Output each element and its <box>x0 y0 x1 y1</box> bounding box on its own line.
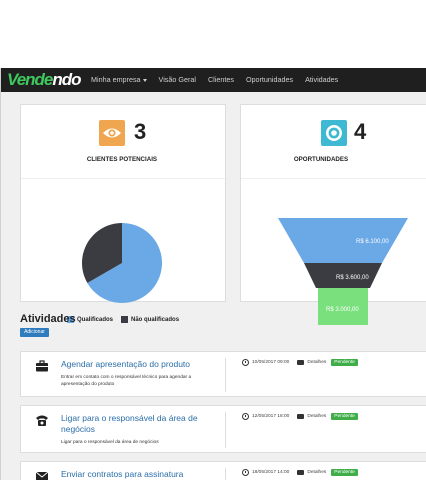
activity-item: Enviar contratos para assinatura 18/05/2… <box>20 461 426 480</box>
clock-icon <box>242 413 249 420</box>
clock-icon <box>242 469 249 476</box>
nav-item-atividades[interactable]: Atividades <box>299 68 344 92</box>
leads-label: CLIENTES POTENCIAIS <box>86 156 158 163</box>
details-link[interactable]: Detalhes <box>307 414 326 419</box>
comment-icon[interactable] <box>297 470 305 475</box>
activity-item: Agendar apresentação do produto Entrar e… <box>20 351 426 397</box>
nav-menu: Minha empresa Visão Geral Clientes Oport… <box>85 68 344 92</box>
clock-icon <box>242 359 249 366</box>
brand-text: Vende <box>7 70 53 89</box>
navbar: Vendendo Minha empresa Visão Geral Clien… <box>1 68 426 92</box>
funnel-label-1: R$ 6.100,00 <box>356 239 389 245</box>
opportunities-card: 4 OPORTUNIDADES R$ 6.100,00 R$ 3.600,00 … <box>240 104 426 325</box>
activity-title[interactable]: Ligar para o responsável da área de negó… <box>61 413 211 435</box>
pie-legend: Qualificados Não qualificados <box>67 316 187 323</box>
activity-item: Ligar para o responsável da área de negó… <box>20 405 426 453</box>
details-link[interactable]: Detalhes <box>307 470 326 475</box>
nav-item-clientes[interactable]: Clientes <box>202 68 240 92</box>
activity-title[interactable]: Agendar apresentação do produto <box>61 359 211 370</box>
funnel-label-3: R$ 3.000,00 <box>326 307 359 313</box>
brand-logo[interactable]: Vendendo <box>7 70 82 90</box>
opportunities-funnel-chart: R$ 6.100,00 R$ 3.600,00 R$ 3.000,00 <box>278 218 408 325</box>
briefcase-icon <box>35 359 49 373</box>
details-link[interactable]: Detalhes <box>307 360 326 365</box>
divider <box>225 468 226 480</box>
activity-meta: 10/05/2017 09:00 Detalhes Pendente <box>242 359 358 366</box>
leads-pie-chart <box>82 223 162 303</box>
comment-icon[interactable] <box>297 414 305 419</box>
activity-datetime: 18/05/2017 14:00 <box>252 470 290 475</box>
envelope-icon <box>35 469 49 480</box>
eye-icon <box>99 120 125 146</box>
nav-label: Minha empresa <box>91 75 141 84</box>
activity-title[interactable]: Enviar contratos para assinatura <box>61 469 211 480</box>
legend-item-nao-qualificados: Não qualificados <box>121 316 179 323</box>
comment-icon[interactable] <box>297 360 305 365</box>
nav-item-oportunidades[interactable]: Oportunidades <box>240 68 299 92</box>
activity-meta: 18/05/2017 14:00 Detalhes Pendente <box>242 469 358 476</box>
activity-description: Entrar em contato com o responsável técn… <box>61 375 192 387</box>
activity-meta: 12/05/2017 18:00 Detalhes Pendente <box>242 413 358 420</box>
status-badge: Pendente <box>331 413 358 420</box>
leads-card: 3 CLIENTES POTENCIAIS Qualificados Não q… <box>20 104 226 323</box>
brand-text-suffix: ndo <box>52 70 81 89</box>
leads-count: 3 <box>134 119 147 144</box>
divider <box>241 178 426 179</box>
legend-swatch <box>121 316 129 323</box>
caret-down-icon <box>142 78 147 82</box>
divider <box>225 412 226 448</box>
activity-datetime: 12/05/2017 18:00 <box>252 414 290 419</box>
activities-title: Atividades <box>20 313 76 325</box>
app-window: Vendendo Minha empresa Visão Geral Clien… <box>0 68 426 480</box>
opportunities-count: 4 <box>354 119 367 144</box>
opportunities-label: OPORTUNIDADES <box>293 156 349 163</box>
nav-item-visao-geral[interactable]: Visão Geral <box>153 68 202 92</box>
funnel-label-2: R$ 3.600,00 <box>336 275 369 281</box>
nav-item-minha-empresa[interactable]: Minha empresa <box>85 68 153 92</box>
phone-icon <box>35 413 49 427</box>
legend-label: Qualificados <box>77 316 114 323</box>
add-activity-button[interactable]: Adicionar <box>20 328 49 337</box>
status-badge: Pendente <box>331 469 358 476</box>
activity-description: Ligar para o responsável da área de negó… <box>61 440 159 445</box>
activity-datetime: 10/05/2017 09:00 <box>252 360 290 365</box>
divider <box>21 178 225 179</box>
status-badge: Pendente <box>331 359 358 366</box>
legend-label: Não qualificados <box>131 316 180 323</box>
divider <box>225 358 226 392</box>
target-icon <box>321 120 347 146</box>
